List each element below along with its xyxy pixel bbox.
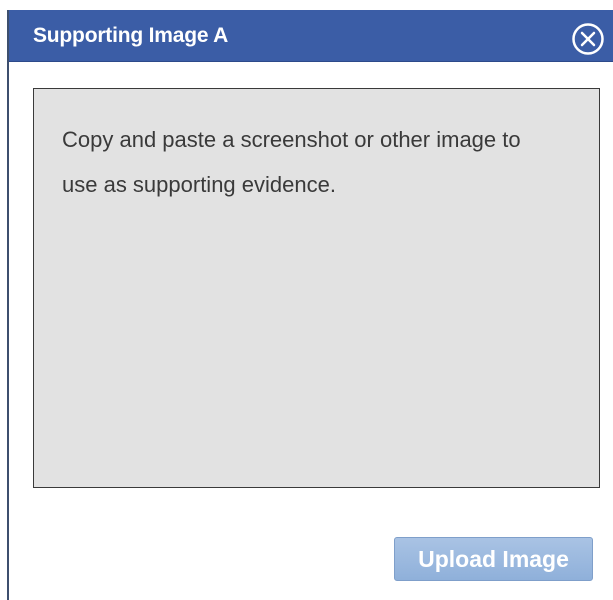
- close-button[interactable]: [571, 22, 605, 56]
- paste-instructions: Copy and paste a screenshot or other ima…: [62, 127, 521, 197]
- dialog-title: Supporting Image A: [33, 24, 229, 47]
- close-circle-icon: [572, 23, 604, 55]
- image-paste-area[interactable]: Copy and paste a screenshot or other ima…: [33, 88, 600, 488]
- upload-image-button[interactable]: Upload Image: [394, 537, 593, 581]
- supporting-image-dialog: Supporting Image A Copy and paste a scre…: [7, 10, 613, 600]
- dialog-titlebar: Supporting Image A: [9, 10, 613, 62]
